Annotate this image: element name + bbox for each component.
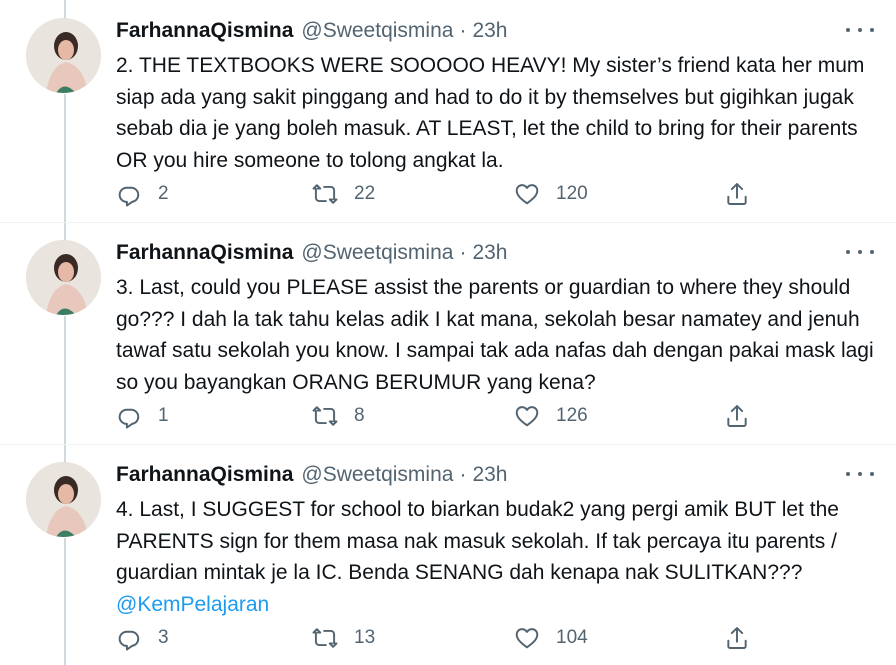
- display-name[interactable]: FarhannaQismina: [116, 19, 293, 43]
- like-count: 120: [556, 183, 588, 204]
- mention-link[interactable]: @KemPelajaran: [116, 593, 269, 616]
- tweet-text: 4. Last, I SUGGEST for school to biarkan…: [116, 494, 876, 620]
- share-icon: [727, 405, 747, 427]
- avatar-image: [26, 240, 101, 315]
- reply-count: 1: [158, 405, 169, 426]
- avatar[interactable]: [26, 462, 101, 537]
- tweet-text: 3. Last, could you PLEASE assist the par…: [116, 272, 876, 398]
- action-bar: 1 8 126: [116, 400, 756, 432]
- tweet[interactable]: FarhannaQismina @Sweetqismina · 23h 2. T…: [0, 0, 896, 223]
- share-icon: [727, 183, 747, 205]
- handle[interactable]: @Sweetqismina: [301, 463, 453, 487]
- more-icon[interactable]: [846, 242, 874, 262]
- like-count: 104: [556, 627, 588, 648]
- timestamp[interactable]: 23h: [472, 241, 507, 265]
- tweet[interactable]: FarhannaQismina @Sweetqismina · 23h 4. L…: [0, 444, 896, 665]
- tweet-text: 2. THE TEXTBOOKS WERE SOOOOO HEAVY! My s…: [116, 50, 876, 176]
- retweet-count: 13: [354, 627, 376, 648]
- tweet-text-content: 3. Last, could you PLEASE assist the par…: [116, 276, 874, 394]
- retweet-count: 22: [354, 183, 376, 204]
- tweet-header: FarhannaQismina @Sweetqismina · 23h: [116, 16, 507, 46]
- share-button[interactable]: [724, 622, 750, 654]
- avatar-image: [26, 462, 101, 537]
- reply-button[interactable]: 2: [116, 178, 169, 210]
- avatar[interactable]: [26, 240, 101, 315]
- like-button[interactable]: 120: [514, 178, 588, 210]
- retweet-count: 8: [354, 405, 365, 426]
- tweet-header: FarhannaQismina @Sweetqismina · 23h: [116, 238, 507, 268]
- separator: ·: [459, 463, 467, 486]
- reply-icon: [118, 186, 140, 207]
- reply-button[interactable]: 1: [116, 400, 169, 432]
- more-icon[interactable]: [846, 464, 874, 484]
- reply-count: 3: [158, 627, 169, 648]
- action-bar: 3 13 104: [116, 622, 756, 654]
- more-icon[interactable]: [846, 20, 874, 40]
- like-button[interactable]: 126: [514, 400, 588, 432]
- display-name[interactable]: FarhannaQismina: [116, 241, 293, 265]
- retweet-icon: [312, 406, 338, 426]
- heart-icon: [515, 184, 539, 205]
- retweet-icon: [312, 628, 338, 648]
- timestamp[interactable]: 23h: [472, 463, 507, 487]
- tweet[interactable]: FarhannaQismina @Sweetqismina · 23h 3. L…: [0, 222, 896, 445]
- retweet-button[interactable]: 13: [312, 622, 375, 654]
- tweet-text-content: 4. Last, I SUGGEST for school to biarkan…: [116, 498, 839, 584]
- tweet-header: FarhannaQismina @Sweetqismina · 23h: [116, 460, 507, 490]
- reply-icon: [118, 408, 140, 429]
- retweet-button[interactable]: 8: [312, 400, 365, 432]
- retweet-icon: [312, 184, 338, 204]
- retweet-button[interactable]: 22: [312, 178, 375, 210]
- heart-icon: [515, 628, 539, 649]
- display-name[interactable]: FarhannaQismina: [116, 463, 293, 487]
- handle[interactable]: @Sweetqismina: [301, 19, 453, 43]
- share-icon: [727, 627, 747, 649]
- avatar-image: [26, 18, 101, 93]
- avatar[interactable]: [26, 18, 101, 93]
- reply-icon: [118, 630, 140, 651]
- like-count: 126: [556, 405, 588, 426]
- handle[interactable]: @Sweetqismina: [301, 241, 453, 265]
- reply-count: 2: [158, 183, 169, 204]
- share-button[interactable]: [724, 400, 750, 432]
- share-button[interactable]: [724, 178, 750, 210]
- action-bar: 2 22 120: [116, 178, 756, 210]
- reply-button[interactable]: 3: [116, 622, 169, 654]
- timestamp[interactable]: 23h: [472, 19, 507, 43]
- separator: ·: [459, 19, 467, 42]
- heart-icon: [515, 406, 539, 427]
- separator: ·: [459, 241, 467, 264]
- like-button[interactable]: 104: [514, 622, 588, 654]
- tweet-text-content: 2. THE TEXTBOOKS WERE SOOOOO HEAVY! My s…: [116, 54, 865, 172]
